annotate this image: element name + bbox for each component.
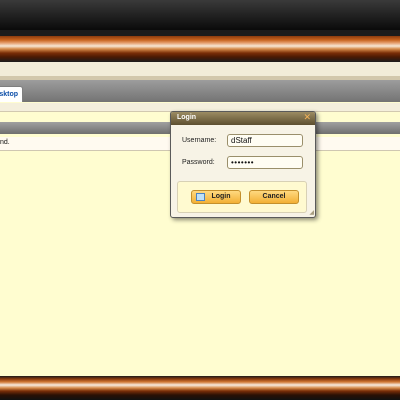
username-input[interactable]: dStaff xyxy=(227,134,303,147)
password-input[interactable]: ••••••• xyxy=(227,156,303,169)
dialog-titlebar[interactable]: Login ✕ xyxy=(171,112,315,125)
top-decorative-stripes xyxy=(0,30,400,62)
login-button[interactable]: Login xyxy=(191,190,241,204)
password-label: Password: xyxy=(182,159,215,166)
dialog-title: Login xyxy=(177,114,197,121)
cancel-button[interactable]: Cancel xyxy=(249,190,299,204)
resize-grip-icon[interactable]: ◢ xyxy=(309,210,314,216)
login-icon xyxy=(196,193,205,201)
top-dark-bar xyxy=(0,0,400,30)
bottom-decorative-stripes xyxy=(0,376,400,400)
username-label: Username: xyxy=(182,137,217,144)
close-icon[interactable]: ✕ xyxy=(303,113,311,123)
login-button-label: Login xyxy=(211,193,231,200)
tab-strip xyxy=(0,80,400,102)
status-text: nd. xyxy=(0,139,10,146)
tab-desktop[interactable]: sktop xyxy=(0,86,23,102)
login-dialog: Login ✕ Username: dStaff Password: •••••… xyxy=(170,111,316,218)
button-panel: Login Cancel xyxy=(177,181,307,213)
header-band xyxy=(0,62,400,80)
